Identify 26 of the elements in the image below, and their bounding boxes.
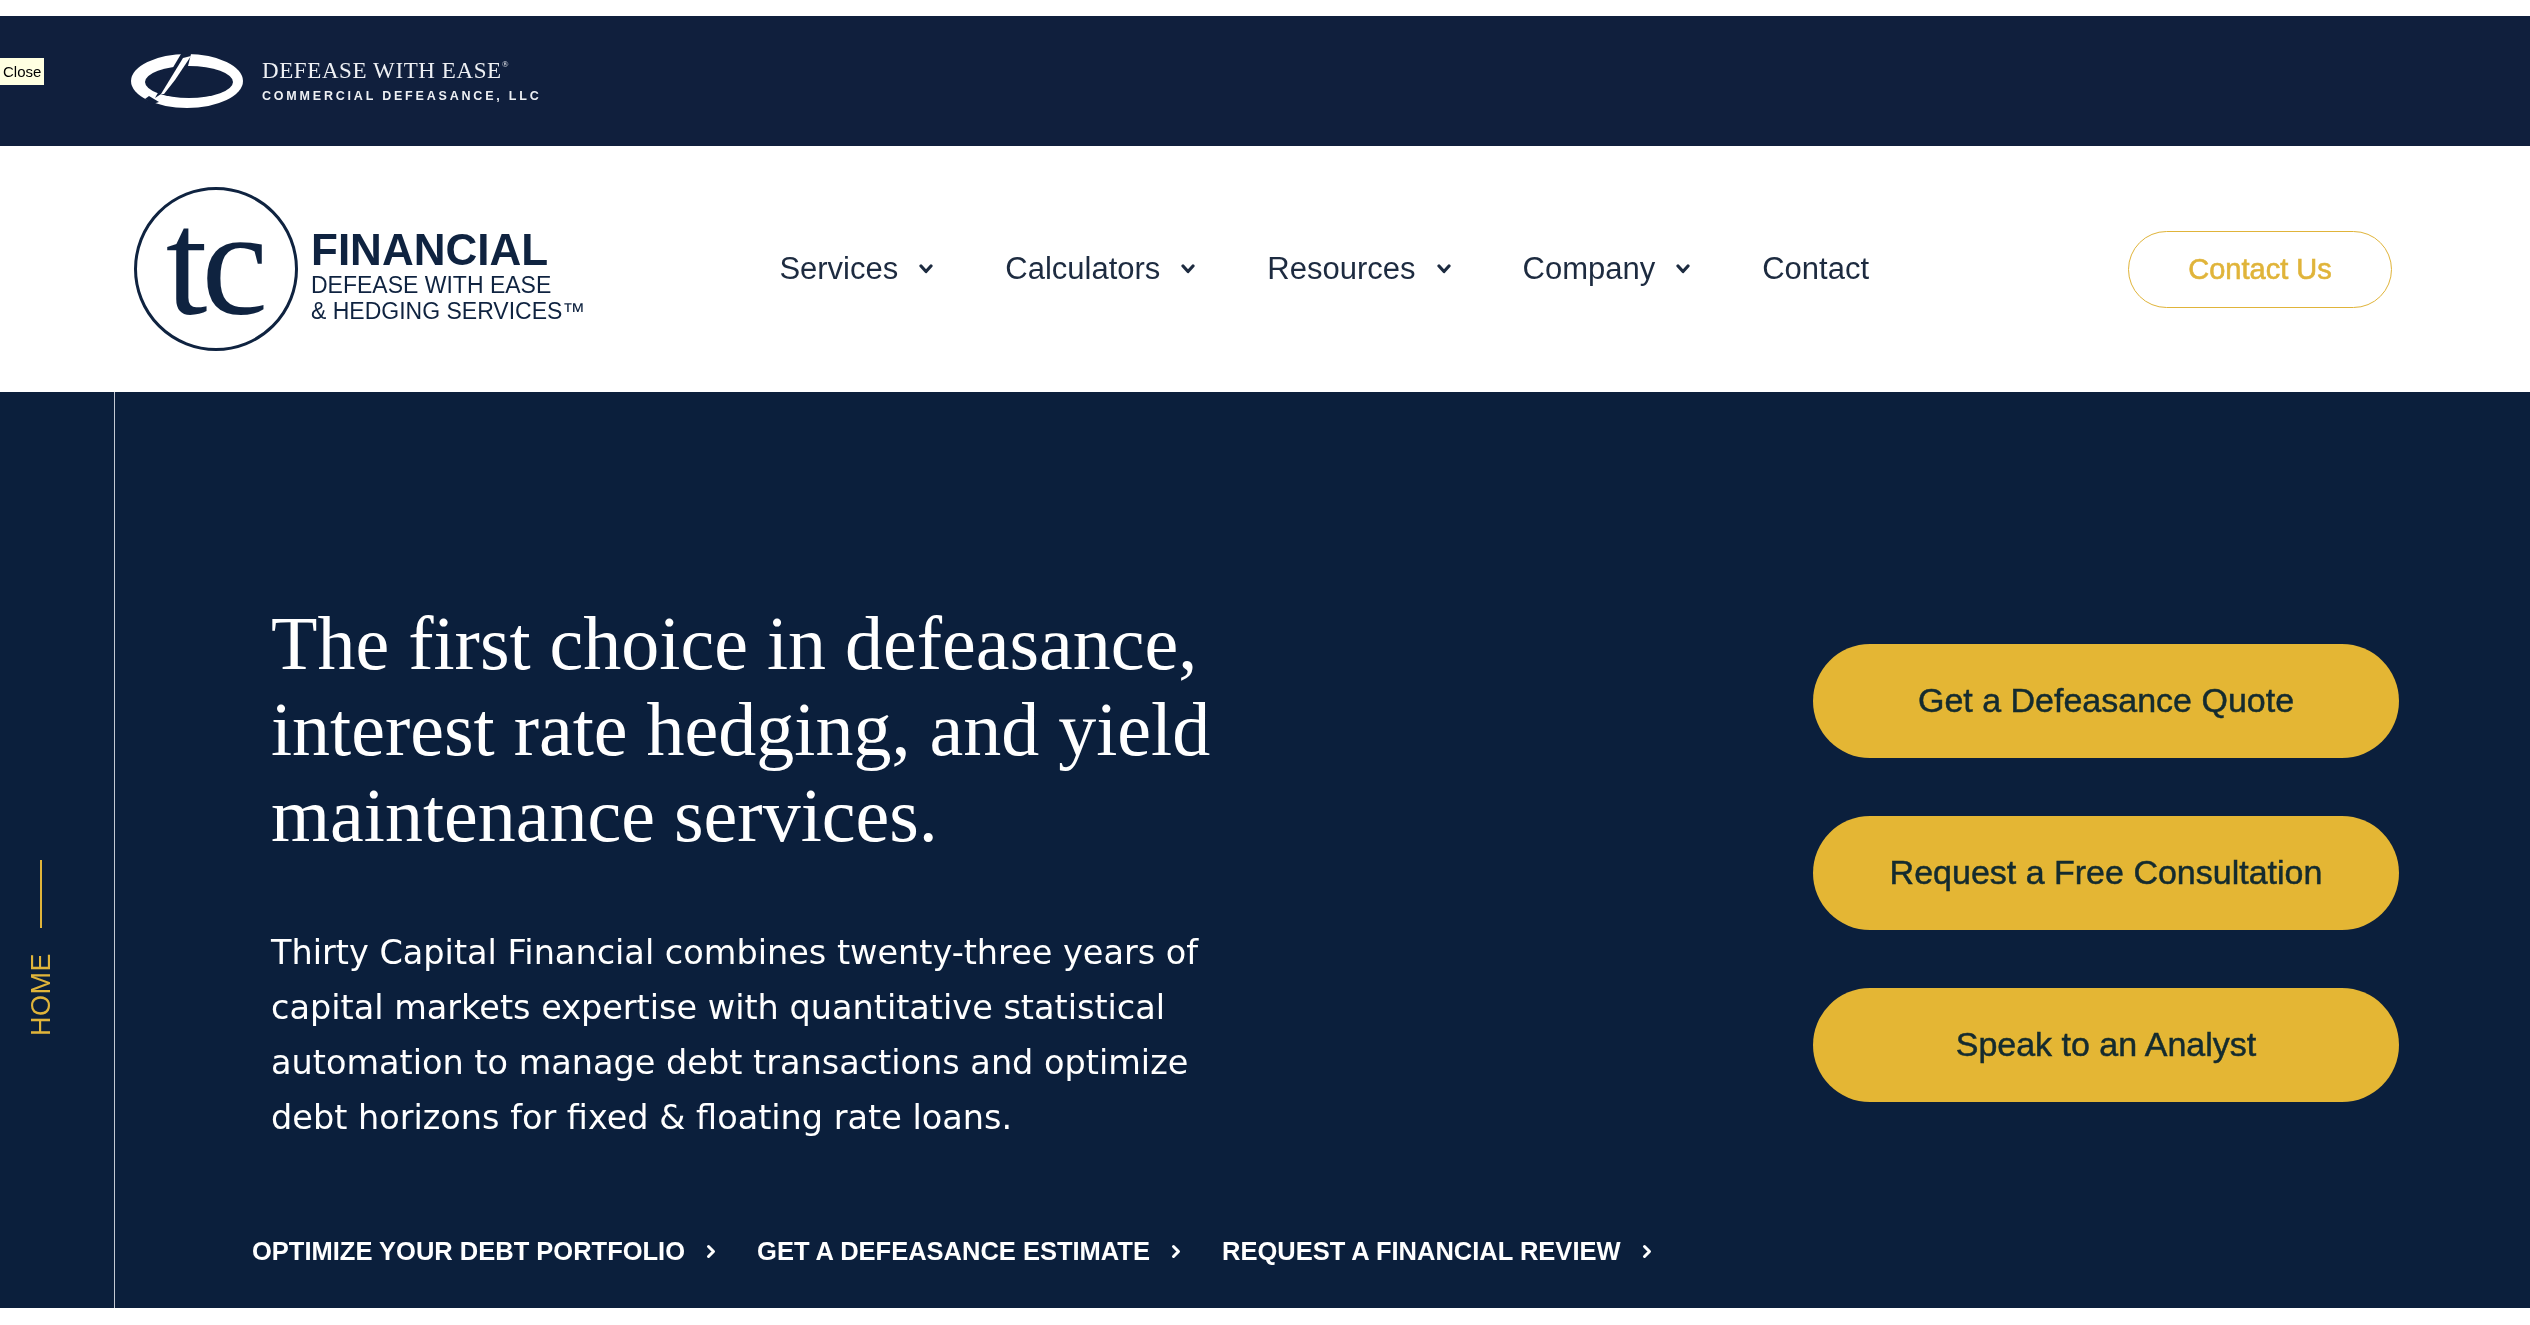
logo-subtitle: & HEDGING SERVICES™ [311, 298, 586, 324]
accent-line [40, 860, 42, 928]
logo-monogram: tc [134, 187, 298, 351]
chevron-right-icon [1641, 1243, 1652, 1259]
nav-link[interactable]: Resources [1267, 249, 1451, 289]
cta-button[interactable]: Get a Defeasance Quote [1813, 643, 2399, 758]
nav-link[interactable]: Services [779, 249, 934, 289]
nav-link[interactable]: Calculators [1005, 249, 1196, 289]
text-link[interactable]: OPTIMIZE YOUR DEBT PORTFOLIO [252, 1233, 717, 1269]
nav-link[interactable]: Contact [1762, 249, 1870, 289]
close-button[interactable]: Close [0, 58, 45, 85]
logo-subtitle: DEFEASE WITH EASE [311, 272, 553, 298]
hero-description: Thirty Capital Financial combines twenty-three years of capital markets expertise with quantitative statistical automation to manage debt transactions and optimize debt horizons for fixed & floating rate loans. [271, 932, 1200, 1139]
brand-tagline: COMMERCIAL DEFEASANCE, LLC [262, 89, 542, 103]
hero-heading: The first choice in defeasance, interest rate hedging, and yield maintenance services. [271, 600, 1212, 858]
text-link[interactable]: REQUEST A FINANCIAL REVIEW [1221, 1233, 1652, 1269]
brand-name: DEFEASE WITH EASE$^{®}$ [262, 59, 511, 83]
nav-link[interactable]: Company [1522, 249, 1691, 289]
logo-title: FINANCIAL [311, 228, 550, 272]
section-label: HOME [29, 953, 53, 1036]
chevron-right-icon [1170, 1243, 1181, 1259]
chevron-right-icon [706, 1243, 717, 1259]
cta-button[interactable]: Speak to an Analyst [1813, 987, 2399, 1102]
text-link[interactable]: GET A DEFEASANCE ESTIMATE [757, 1233, 1181, 1269]
ellipse-logo-icon [131, 54, 243, 108]
cta-button[interactable]: Request a Free Consultation [1813, 815, 2399, 930]
